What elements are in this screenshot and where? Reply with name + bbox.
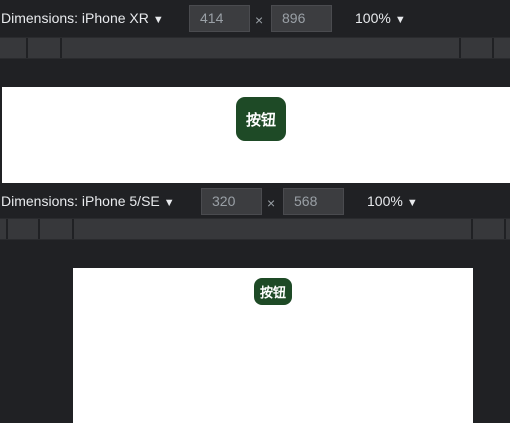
- device-preview-area: 按钮: [0, 59, 510, 187]
- media-query-bar[interactable]: [0, 218, 510, 240]
- zoom-dropdown[interactable]: 100% ▼: [367, 193, 418, 209]
- device-dimensions-dropdown[interactable]: Dimensions: iPhone XR ▼: [1, 10, 164, 26]
- ruler-divider: [38, 219, 40, 239]
- zoom-label: 100%: [367, 193, 403, 209]
- app-button[interactable]: 按钮: [236, 97, 286, 141]
- ruler-divider: [504, 219, 506, 239]
- ruler-divider: [26, 38, 28, 58]
- zoom-label: 100%: [355, 10, 391, 26]
- device-preview-area: 按钮: [0, 240, 510, 423]
- ruler-divider: [459, 38, 461, 58]
- caret-down-icon: ▼: [394, 14, 406, 26]
- device-viewport: 按钮: [73, 268, 473, 423]
- device-viewport: 按钮: [2, 87, 510, 187]
- ruler-divider: [492, 38, 494, 58]
- ruler-divider: [471, 219, 473, 239]
- zoom-dropdown[interactable]: 100% ▼: [355, 10, 406, 26]
- height-input[interactable]: 568: [283, 188, 344, 215]
- device-dimensions-label: Dimensions: iPhone 5/SE: [1, 193, 160, 209]
- times-sign: ×: [267, 195, 276, 211]
- height-input[interactable]: 896: [271, 5, 332, 32]
- times-sign: ×: [255, 12, 264, 28]
- width-input[interactable]: 414: [189, 5, 250, 32]
- ruler-divider: [72, 219, 74, 239]
- ruler-divider: [6, 219, 8, 239]
- caret-down-icon: ▼: [406, 197, 418, 209]
- device-dimensions-dropdown[interactable]: Dimensions: iPhone 5/SE ▼: [1, 193, 175, 209]
- device-dimensions-label: Dimensions: iPhone XR: [1, 10, 149, 26]
- caret-down-icon: ▼: [163, 197, 175, 209]
- width-input[interactable]: 320: [201, 188, 262, 215]
- media-query-bar[interactable]: [0, 37, 510, 59]
- ruler-divider: [60, 38, 62, 58]
- device-toolbar: Dimensions: iPhone 5/SE ▼ 320 × 568 100% ▼: [0, 183, 510, 220]
- caret-down-icon: ▼: [152, 14, 164, 26]
- app-button[interactable]: 按钮: [254, 278, 292, 305]
- device-toolbar: Dimensions: iPhone XR ▼ 414 × 896 100% ▼: [0, 0, 510, 37]
